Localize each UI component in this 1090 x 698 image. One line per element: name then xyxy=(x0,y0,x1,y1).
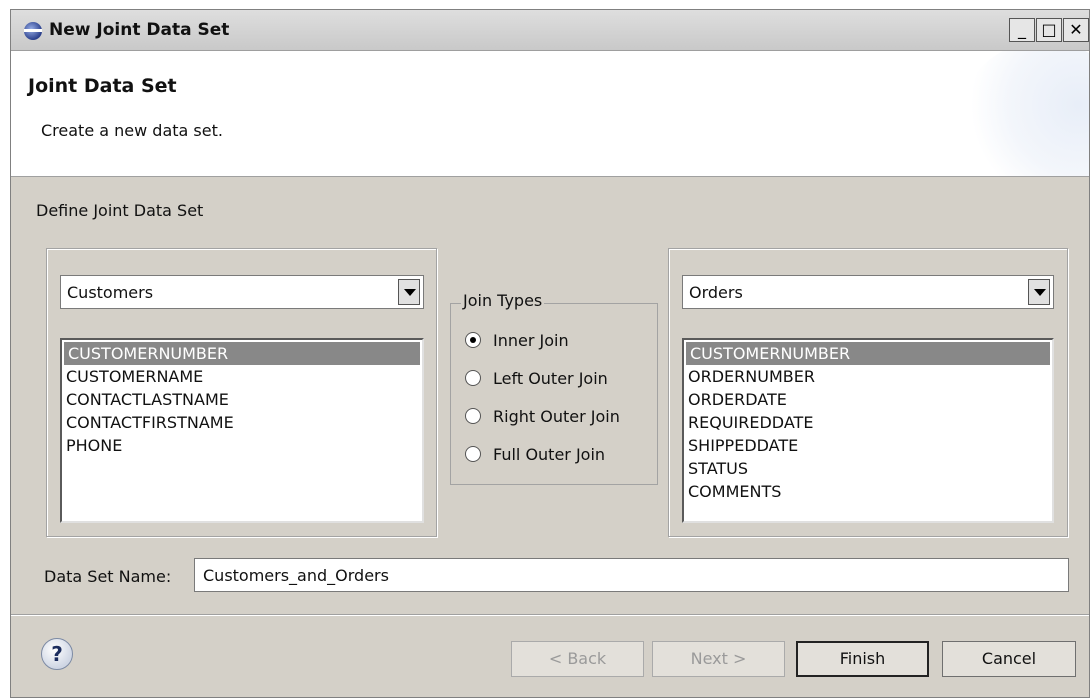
radio-unchecked-icon[interactable] xyxy=(465,370,481,386)
list-item[interactable]: CONTACTLASTNAME xyxy=(62,388,422,411)
left-dataset-value: Customers xyxy=(67,283,154,302)
title-bar: New Joint Data Set _ □ ✕ xyxy=(11,10,1089,51)
dialog-window: New Joint Data Set _ □ ✕ Joint Data Set … xyxy=(10,9,1090,698)
close-button[interactable]: ✕ xyxy=(1063,18,1089,42)
dataset-name-input[interactable] xyxy=(194,558,1069,592)
list-item[interactable]: CONTACTFIRSTNAME xyxy=(62,411,422,434)
radio-label: Full Outer Join xyxy=(493,445,606,464)
page-title: Joint Data Set xyxy=(28,75,177,97)
right-columns-list[interactable]: CUSTOMERNUMBER ORDERNUMBER ORDERDATE REQUIR… xyxy=(682,338,1054,523)
radio-full-outer-join[interactable]: Full Outer Join xyxy=(465,445,605,464)
radio-left-outer-join[interactable]: Left Outer Join xyxy=(465,369,608,388)
list-item[interactable]: STATUS xyxy=(684,457,1052,480)
radio-unchecked-icon[interactable] xyxy=(465,446,481,462)
footer-divider xyxy=(11,614,1089,616)
list-item[interactable]: COMMENTS xyxy=(684,480,1052,503)
section-label: Define Joint Data Set xyxy=(36,201,204,220)
left-dataset-combo[interactable]: Customers xyxy=(60,275,424,309)
radio-label: Left Outer Join xyxy=(493,369,608,388)
list-item[interactable]: CUSTOMERNUMBER xyxy=(64,342,420,365)
next-button[interactable]: Next > xyxy=(652,641,785,677)
cancel-button[interactable]: Cancel xyxy=(942,641,1076,677)
list-item[interactable]: REQUIREDDATE xyxy=(684,411,1052,434)
maximize-button[interactable]: □ xyxy=(1036,18,1062,42)
list-item[interactable]: PHONE xyxy=(62,434,422,457)
window-title: New Joint Data Set xyxy=(49,20,230,40)
join-types-group: Join Types Inner Join Left Outer Join Ri… xyxy=(450,291,658,485)
minimize-button[interactable]: _ xyxy=(1009,18,1035,42)
radio-label: Inner Join xyxy=(493,331,569,350)
list-item[interactable]: SHIPPEDDATE xyxy=(684,434,1052,457)
list-item[interactable]: CUSTOMERNUMBER xyxy=(686,342,1050,365)
left-columns-list[interactable]: CUSTOMERNUMBER CUSTOMERNAME CONTACTLASTNAM… xyxy=(60,338,424,523)
radio-right-outer-join[interactable]: Right Outer Join xyxy=(465,407,620,426)
chevron-down-icon[interactable] xyxy=(1028,279,1050,305)
chevron-down-icon[interactable] xyxy=(398,279,420,305)
help-icon[interactable]: ? xyxy=(41,638,73,670)
join-types-label: Join Types xyxy=(461,291,545,310)
radio-inner-join[interactable]: Inner Join xyxy=(465,331,569,350)
eclipse-icon xyxy=(24,22,42,40)
right-dataset-combo[interactable]: Orders xyxy=(682,275,1054,309)
back-button[interactable]: < Back xyxy=(511,641,644,677)
finish-button[interactable]: Finish xyxy=(796,641,929,677)
radio-unchecked-icon[interactable] xyxy=(465,408,481,424)
dataset-name-label: Data Set Name: xyxy=(44,567,172,586)
radio-label: Right Outer Join xyxy=(493,407,620,426)
radio-checked-icon[interactable] xyxy=(465,332,481,348)
right-dataset-value: Orders xyxy=(689,283,743,302)
wizard-header: Joint Data Set Create a new data set. xyxy=(11,51,1089,177)
header-banner-graphic xyxy=(959,51,1089,176)
list-item[interactable]: ORDERDATE xyxy=(684,388,1052,411)
list-item[interactable]: CUSTOMERNAME xyxy=(62,365,422,388)
page-description: Create a new data set. xyxy=(41,121,223,140)
list-item[interactable]: ORDERNUMBER xyxy=(684,365,1052,388)
